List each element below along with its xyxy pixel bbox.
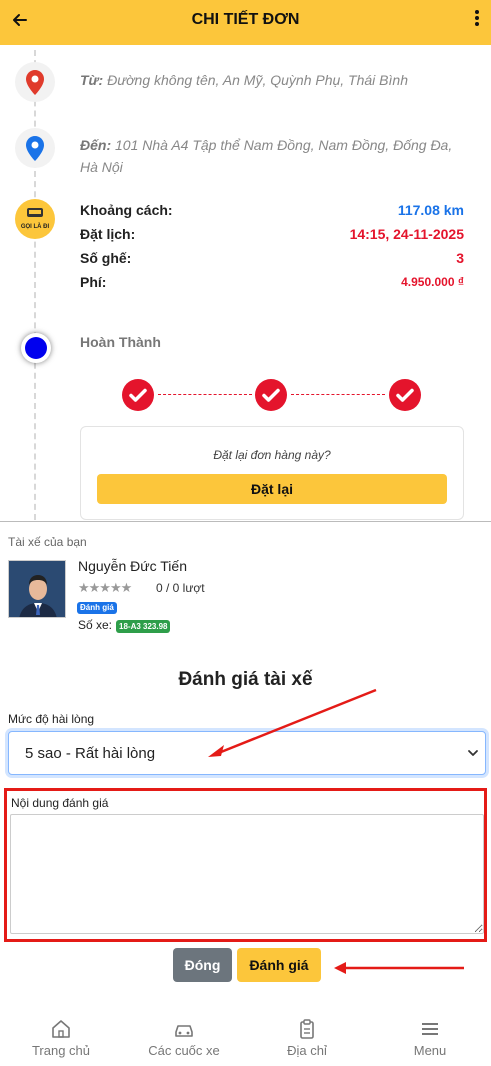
- to-address: Đến: 101 Nhà A4 Tập thể Nam Đồng, Nam Đồ…: [80, 134, 470, 178]
- driver-name: Nguyễn Đức Tiến: [78, 558, 187, 574]
- fee-value: 4.950.000 ₫: [401, 275, 464, 289]
- review-content-textarea[interactable]: [10, 814, 484, 934]
- nav-home-label: Trang chủ: [31, 1043, 91, 1058]
- rating-count: 0 / 0 lượt: [156, 581, 205, 595]
- check-circle-icon: [389, 379, 421, 411]
- from-value: Đường không tên, An Mỹ, Quỳnh Phụ, Thái …: [107, 72, 408, 88]
- taxi-icon: [27, 208, 43, 217]
- logo-text: GỌI LÀ ĐI: [20, 224, 50, 230]
- hamburger-icon: [422, 1023, 438, 1035]
- rating-form-title: Đánh giá tài xế: [178, 669, 313, 690]
- review-content-box: Nội dung đánh giá: [4, 788, 487, 942]
- status-text: Hoàn Thành: [80, 334, 161, 350]
- rate-badge[interactable]: Đánh giá: [77, 602, 117, 614]
- reorder-card: Đặt lại đơn hàng này? Đặt lại: [80, 426, 464, 520]
- rating-stars: ★★★★★: [78, 580, 132, 595]
- plate-badge: 18-A3 323.98: [116, 620, 171, 633]
- reorder-button[interactable]: Đặt lại: [97, 474, 447, 504]
- seats-value: 3: [456, 250, 464, 266]
- nav-menu-label: Menu: [413, 1043, 447, 1058]
- distance-label: Khoảng cách:: [80, 202, 173, 218]
- map-pin-red-icon: [26, 70, 44, 95]
- app-header: CHI TIẾT ĐƠN: [0, 0, 491, 45]
- close-button[interactable]: Đóng: [173, 948, 232, 982]
- seats-label: Số ghế:: [80, 250, 132, 266]
- bottom-nav: Trang chủ Các cuốc xe Địa chỉ Menu: [0, 1006, 491, 1066]
- satisfaction-label: Mức độ hài lòng: [8, 712, 95, 726]
- home-icon: [52, 1020, 70, 1038]
- nav-address-label: Địa chỉ: [287, 1043, 327, 1058]
- dropoff-marker: [15, 128, 55, 168]
- status-dot: [21, 333, 51, 363]
- progress-connector: [158, 394, 252, 395]
- driver-photo: [9, 561, 65, 617]
- satisfaction-select[interactable]: 5 sao - Rất hài lòng: [8, 731, 486, 775]
- satisfaction-value: 5 sao - Rất hài lòng: [25, 745, 156, 762]
- nav-menu[interactable]: Menu: [369, 1006, 491, 1066]
- schedule-value: 14:15, 24-11-2025: [349, 226, 464, 242]
- pickup-marker: [15, 62, 55, 102]
- nav-home[interactable]: Trang chủ: [0, 1006, 122, 1066]
- submit-rating-button[interactable]: Đánh giá: [237, 948, 321, 982]
- check-circle-icon: [122, 379, 154, 411]
- to-value: 101 Nhà A4 Tập thể Nam Đồng, Nam Đồng, Đ…: [80, 137, 453, 175]
- more-vertical-icon[interactable]: [469, 8, 485, 32]
- clipboard-icon: [300, 1019, 314, 1039]
- distance-value: 117.08 km: [397, 202, 464, 218]
- schedule-label: Đặt lịch:: [80, 226, 136, 242]
- plate-label: Số xe:: [78, 618, 113, 632]
- nav-trips[interactable]: Các cuốc xe: [123, 1006, 245, 1066]
- check-circle-icon: [255, 379, 287, 411]
- from-address: Từ: Đường không tên, An Mỹ, Quỳnh Phụ, T…: [80, 69, 470, 91]
- service-logo: GỌI LÀ ĐI: [15, 199, 55, 239]
- chevron-down-icon: [468, 750, 478, 756]
- fee-label: Phí:: [80, 274, 107, 290]
- nav-address[interactable]: Địa chỉ: [246, 1006, 368, 1066]
- driver-avatar: [8, 560, 66, 618]
- section-divider: [0, 521, 491, 522]
- review-content-label: Nội dung đánh giá: [11, 796, 109, 810]
- to-label: Đến:: [80, 137, 112, 153]
- nav-trips-label: Các cuốc xe: [148, 1043, 220, 1058]
- car-icon: [175, 1025, 193, 1037]
- from-label: Từ:: [80, 72, 104, 88]
- driver-caption: Tài xế của bạn: [8, 535, 87, 549]
- timeline-line: [34, 50, 36, 520]
- page-title: CHI TIẾT ĐƠN: [191, 11, 300, 28]
- progress-connector: [291, 394, 385, 395]
- reorder-question: Đặt lại đơn hàng này?: [213, 448, 331, 462]
- map-pin-blue-icon: [26, 136, 44, 161]
